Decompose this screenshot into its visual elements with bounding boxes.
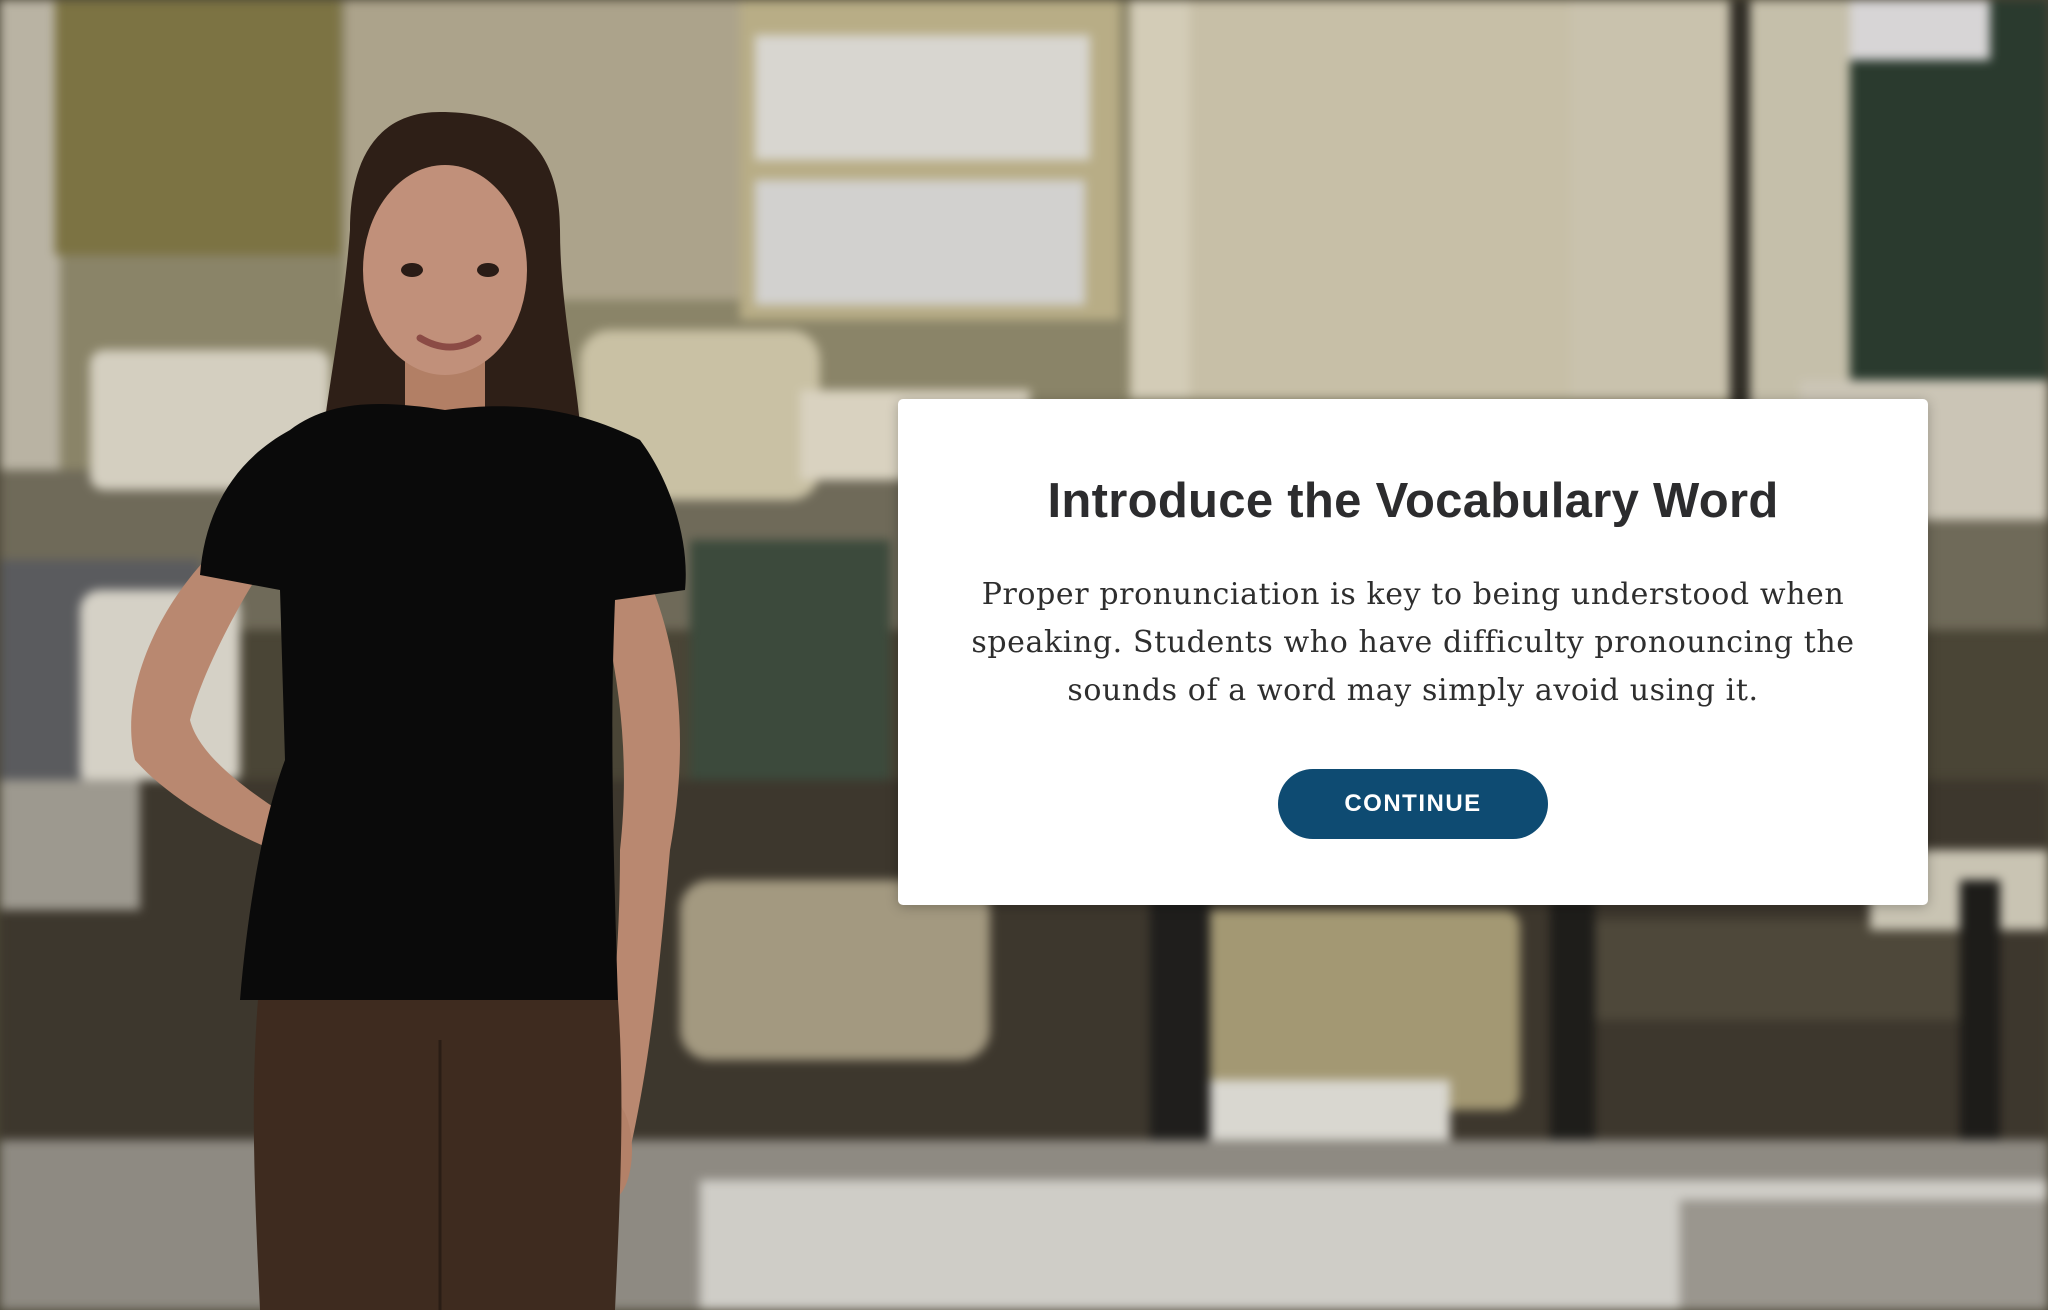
intro-dialog: Introduce the Vocabulary Word Proper pro… — [898, 399, 1928, 905]
continue-button[interactable]: CONTINUE — [1278, 769, 1548, 839]
dialog-description: Proper pronunciation is key to being und… — [971, 577, 1855, 708]
dialog-title: Introduce the Vocabulary Word — [1047, 474, 1779, 528]
